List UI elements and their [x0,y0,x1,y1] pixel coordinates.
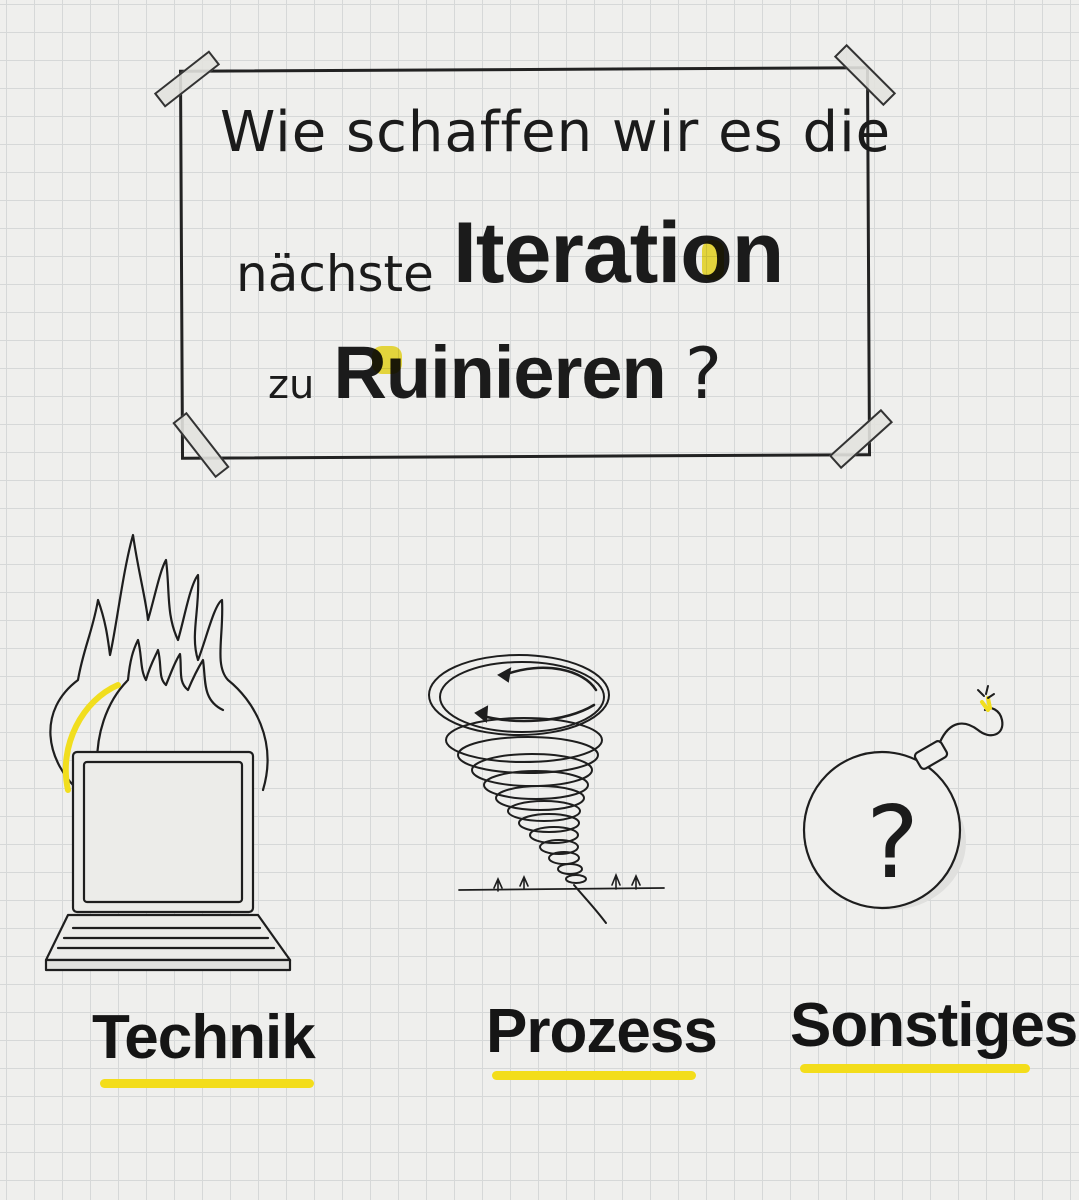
question-line-1: Wie schaffen wir es die [220,100,892,165]
category-label-sonstiges: Sonstiges [790,991,1078,1060]
bomb-cap [913,740,949,770]
category-label-prozess: Prozess [486,997,718,1066]
bomb-question-mark: ? [866,784,920,901]
question-emphasis-iteration: Iteration [453,205,784,301]
technik-underline [100,1079,314,1088]
spark-black [977,685,995,699]
flipchart-sheet: { "question": { "line1": "Wie schaffen w… [0,0,1079,1200]
tornado-icon [428,654,665,924]
question-line-2-prefix: nächste [236,245,434,303]
ruinieren-highlight [372,346,402,374]
burning-laptop-icon [44,533,292,972]
laptop-base-edge [44,958,292,972]
spark-yellow [980,696,992,712]
question-mark: ? [684,333,722,415]
sonstiges-underline [800,1064,1030,1073]
question-line-3: zu Ruinieren ? [268,330,722,415]
question-line-3-prefix: zu [268,362,315,408]
laptop-screen [71,750,255,914]
category-label-technik: Technik [92,1003,316,1072]
iteration-highlight [702,240,724,280]
bomb-fuse [938,706,1004,744]
prozess-underline [492,1071,696,1080]
